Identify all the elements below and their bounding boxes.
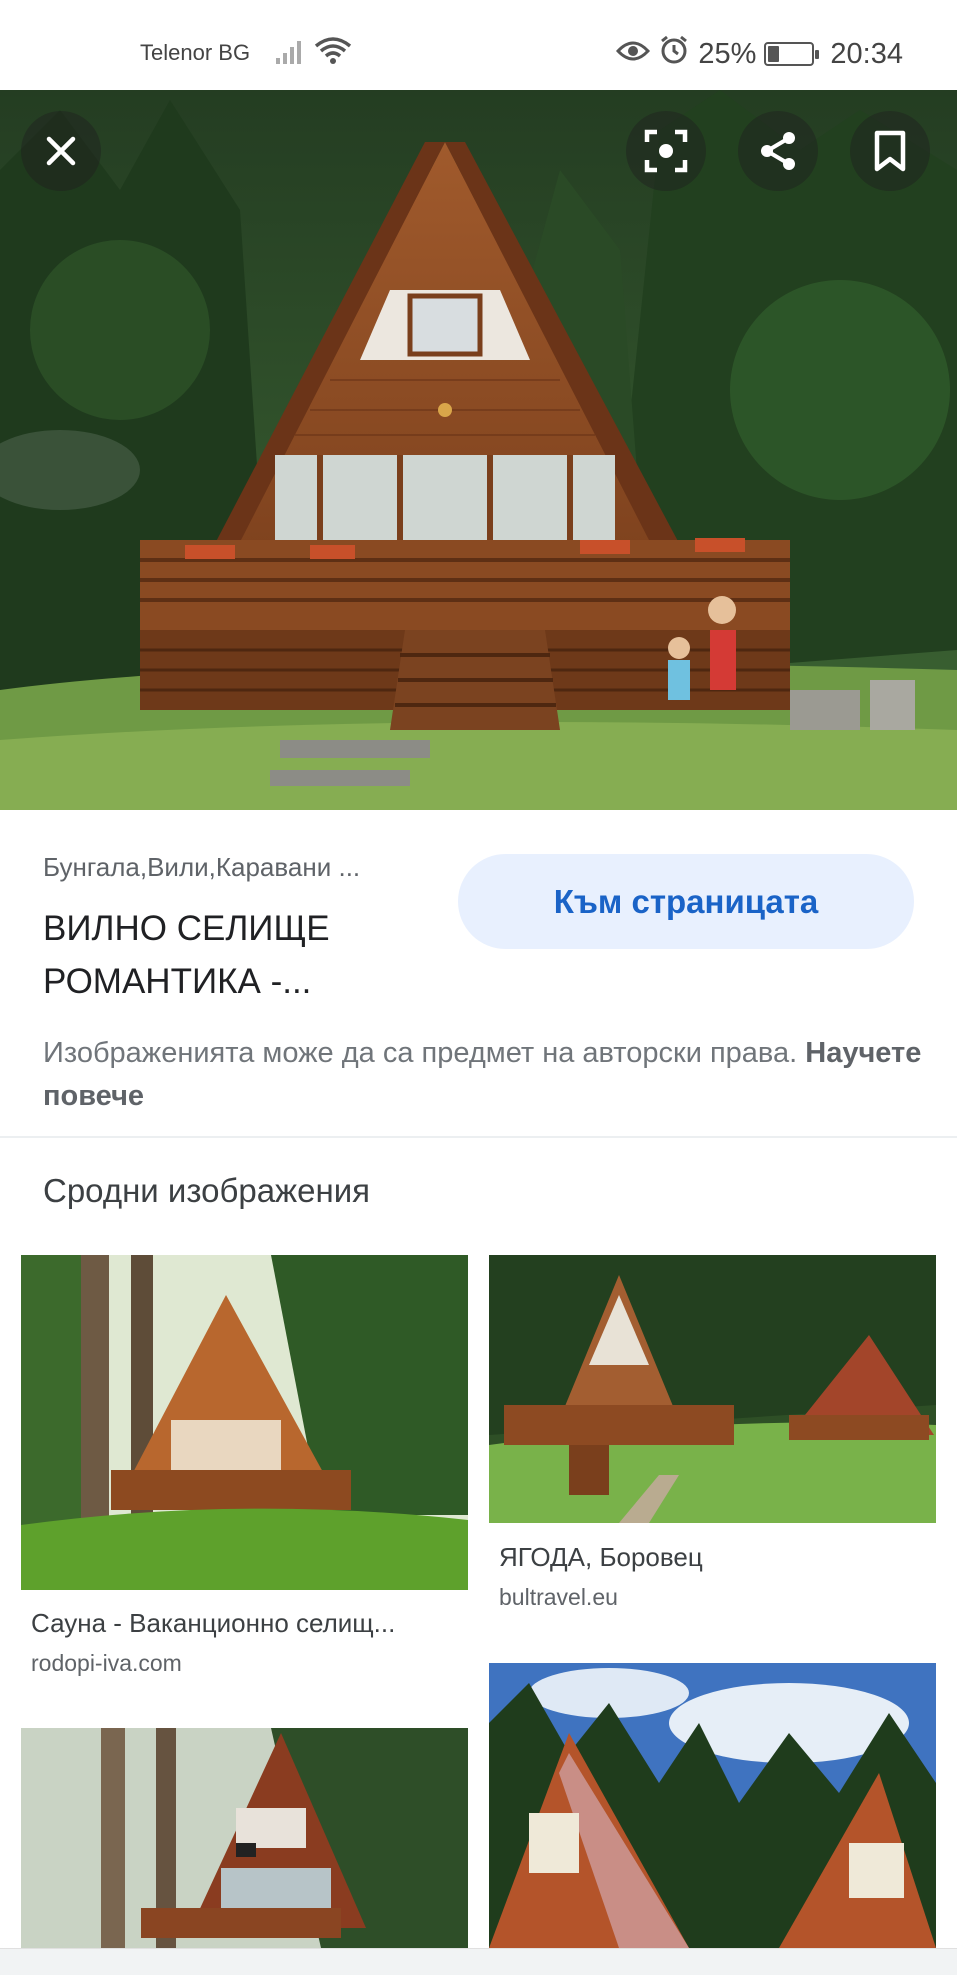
copyright-text: Изображенията може да са предмет на авто… [43,1037,798,1069]
navigation-bar [0,1948,957,1975]
status-bar: Telenor BG 25% 20:34 [0,0,957,90]
page-title[interactable]: ВИЛНО СЕЛИЩЕ РОМАНТИКА -... [43,902,433,1008]
battery-percent: 25% [698,37,757,70]
bookmark-icon [874,130,906,172]
related-image-thumbnail[interactable] [21,1255,468,1590]
eye-icon [616,38,651,71]
carrier-name: Telenor BG [140,40,251,65]
wifi-icon [314,36,352,71]
related-caption[interactable]: ЯГОДА, Боровец [499,1542,929,1573]
close-icon [46,136,76,166]
lens-button[interactable] [626,111,706,191]
signal-icon [274,38,306,71]
related-source[interactable]: bultravel.eu [499,1584,618,1611]
close-button[interactable] [21,111,101,191]
main-image[interactable] [0,90,957,810]
result-info: Бунгала,Вили,Каравани ... ВИЛНО СЕЛИЩЕ Р… [0,810,957,1136]
related-image-thumbnail[interactable] [21,1728,468,1948]
battery-icon [764,42,820,66]
site-name[interactable]: Бунгала,Вили,Каравани ... [43,852,360,883]
copyright-notice: Изображенията може да са предмет на авто… [43,1032,923,1118]
related-caption[interactable]: Сауна - Ваканционно селищ... [31,1608,461,1639]
related-images-heading: Сродни изображения [43,1172,371,1209]
clock: 20:34 [830,37,903,70]
lens-icon [644,129,688,173]
bookmark-button[interactable] [850,111,930,191]
related-source[interactable]: rodopi-iva.com [31,1650,182,1677]
divider [0,1136,957,1138]
alarm-icon [658,34,690,74]
battery-level [768,46,779,62]
share-icon [761,132,795,170]
related-image-thumbnail[interactable] [489,1255,936,1523]
visit-page-button[interactable]: Към страницата [458,854,914,949]
related-image-thumbnail[interactable] [489,1663,936,1948]
share-button[interactable] [738,111,818,191]
